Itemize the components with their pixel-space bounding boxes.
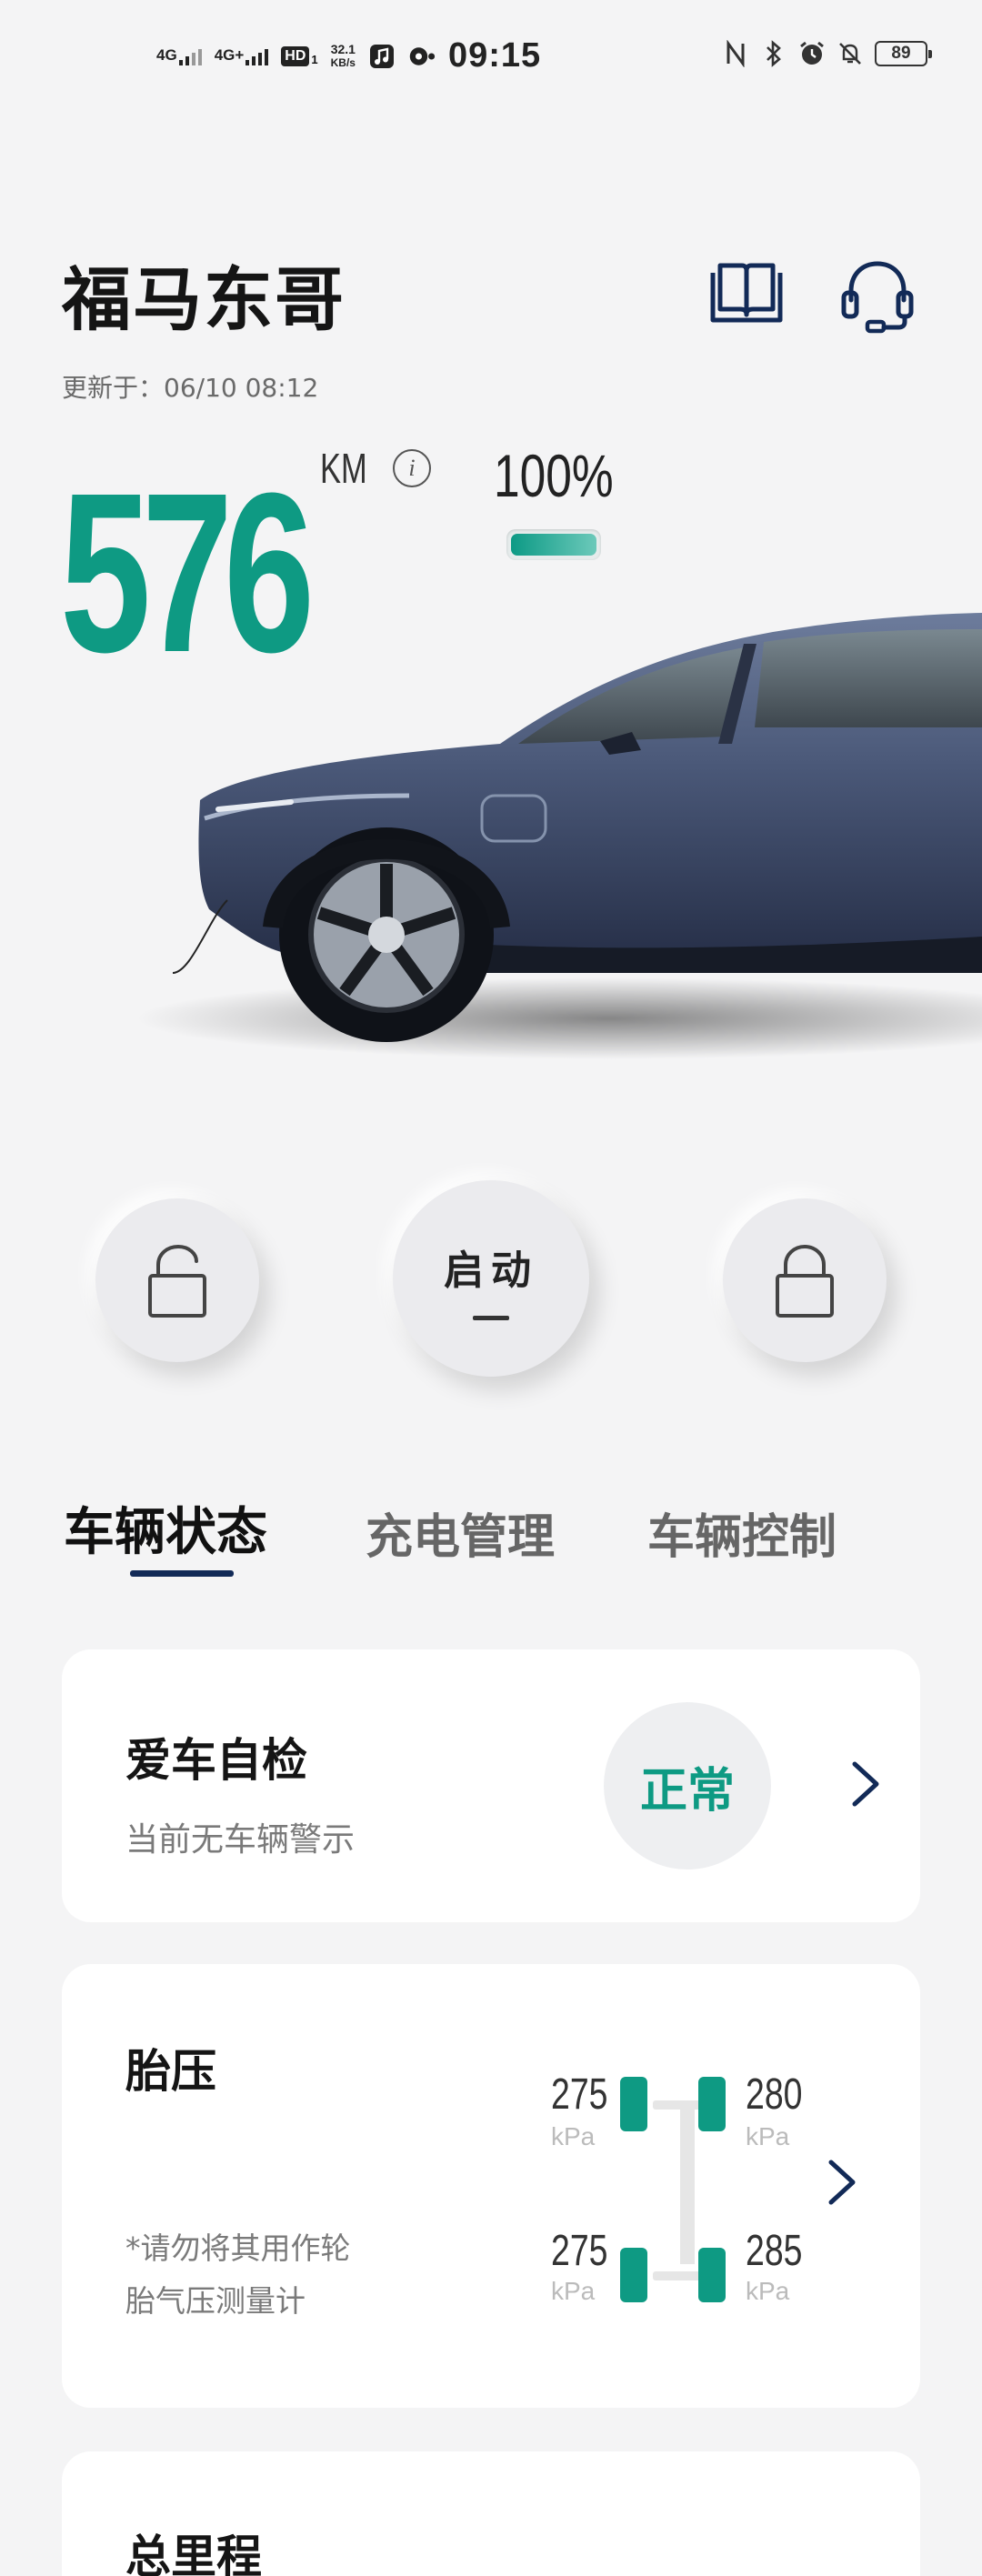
tire-pressure-note-2: 胎气压测量计 [125,2283,306,2319]
status-badge: 正常 [604,1702,771,1869]
lock-icon [776,1244,834,1318]
headset-icon [841,261,914,334]
battery-level-bar [506,529,601,560]
battery-icon: 89 [875,41,932,66]
battery-percent: 100% [494,442,614,509]
unlock-button[interactable] [95,1198,259,1362]
tire-rear-right-value: 285 [746,2227,803,2275]
tire-rear-left-value: 275 [551,2227,608,2275]
network-speed-unit: KB/s [330,55,356,69]
info-glyph: i [408,455,416,481]
network-type-1: 4G [156,45,177,64]
unlock-icon [148,1244,206,1318]
tire-front-right-unit: kPa [746,2122,790,2150]
hd-sub: 1 [311,52,318,66]
alarm-icon [798,40,826,67]
hd-badge: HD [281,45,310,66]
mileage-card[interactable]: 总里程 [62,2451,920,2576]
hd-indicator: HD 1 [281,45,318,66]
tab-charging[interactable]: 充电管理 [366,1498,555,1567]
lock-button[interactable] [723,1198,887,1362]
tire-front-right-icon [698,2077,726,2131]
self-check-card[interactable]: 爱车自检 当前无车辆警示 正常 [62,1649,920,1922]
update-time: 更新于：06/10 08:12 [62,373,319,403]
battery-level-fill [511,534,596,556]
tab-active-indicator [130,1570,234,1577]
network-speed-value: 32.1 [330,41,356,56]
music-icon [368,43,396,70]
tire-pressure-title: 胎压 [125,2045,216,2098]
signal-bars-icon [178,47,202,65]
range-unit: KM [320,445,367,492]
network-type-2: 4G+ [214,45,245,64]
chassis-spine [680,2100,695,2264]
info-icon[interactable]: i [393,449,431,487]
car-image [136,591,982,1082]
signal-1: 4G [156,47,202,65]
signal-bars-icon [246,47,269,65]
mileage-title: 总里程 [125,2531,262,2576]
tire-front-left-value: 275 [551,2070,608,2119]
tire-rear-left-unit: kPa [551,2277,596,2305]
signal-2: 4G+ [215,47,269,65]
book-icon [710,263,783,323]
tire-rear-left-icon [620,2248,647,2302]
battery-level: 89 [891,44,911,63]
mute-icon [837,40,864,67]
tab-vehicle-status[interactable]: 车辆状态 [64,1491,267,1565]
customer-service-button[interactable] [837,255,918,336]
chevron-right-icon [852,1761,879,1807]
tire-pressure-note-1: *请勿将其用作轮 [125,2230,351,2266]
tire-front-right-value: 280 [746,2070,803,2119]
tire-rear-right-icon [698,2248,726,2302]
app-notification-icon [408,43,436,70]
bluetooth-icon [760,40,787,67]
manual-book-button[interactable] [706,255,787,336]
start-button[interactable]: 启动 [393,1180,589,1377]
chevron-right-icon [828,2160,856,2205]
tire-rear-right-unit: kPa [746,2277,790,2305]
tab-vehicle-control[interactable]: 车辆控制 [647,1498,837,1567]
clock: 09:15 [447,36,542,75]
self-check-title: 爱车自检 [125,1734,307,1787]
nfc-icon [722,40,749,67]
self-check-subtitle: 当前无车辆警示 [125,1821,356,1859]
tire-front-left-icon [620,2077,647,2131]
status-bar: 4G 4G+ HD 1 32.1 KB/s 09:15 89 [0,0,982,118]
tire-front-left-unit: kPa [551,2122,596,2150]
tire-pressure-card[interactable]: 胎压 *请勿将其用作轮 胎气压测量计 275 kPa 280 kPa 275 k… [62,1964,920,2408]
start-dash [473,1315,509,1320]
network-speed: 32.1 KB/s [330,41,356,70]
page-title: 福马东哥 [62,259,346,340]
start-label: 启动 [444,1247,538,1294]
